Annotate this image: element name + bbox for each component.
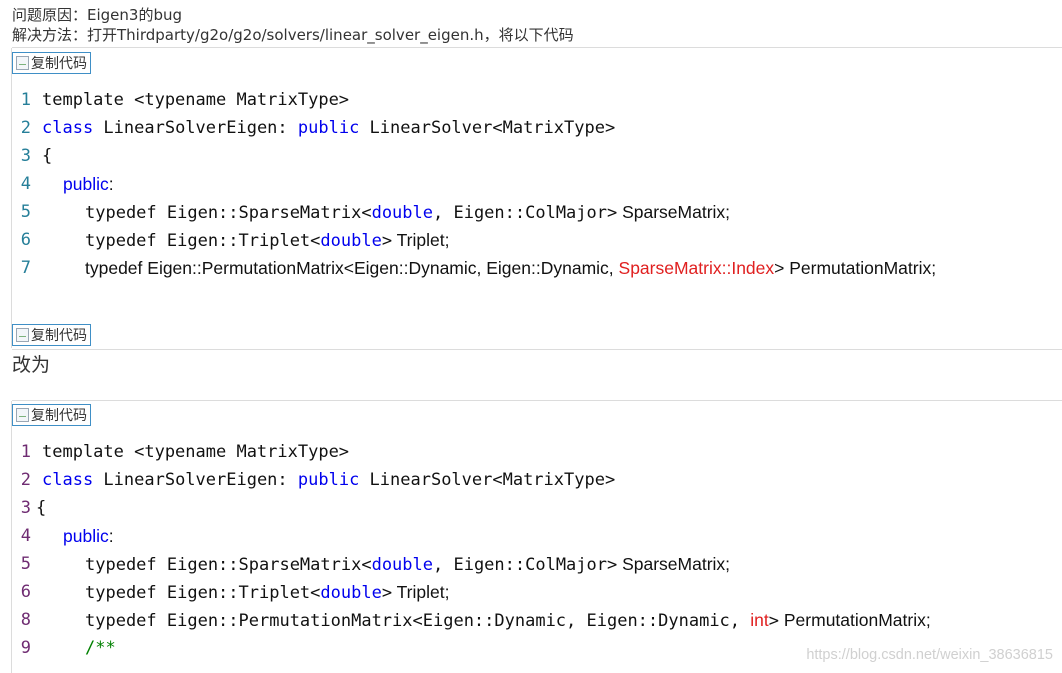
copy-code-button[interactable]: 复制代码 (12, 324, 91, 346)
code-token: typedef Eigen::Triplet< (85, 231, 321, 251)
code-token: > (768, 611, 780, 631)
code-token: : (108, 174, 114, 194)
line-number: 1 (20, 442, 31, 462)
line-number: 8 (20, 610, 31, 630)
line-number: 6 (20, 230, 31, 250)
line-number: 3 (20, 498, 31, 518)
code-token: LinearSolverEigen: (93, 470, 298, 490)
code-token: SparseMatrix; (617, 202, 731, 222)
code-token: { (36, 498, 47, 518)
line-number: 4 (20, 174, 31, 194)
code-token: public (297, 470, 360, 490)
code-text: { (42, 142, 52, 170)
code-token: SparseMatrix; (617, 554, 731, 574)
code-text: typedef Eigen::SparseMatrix<double, Eige… (85, 550, 730, 579)
code-token: double (371, 555, 433, 575)
code-token: LinearSolver<MatrixType> (359, 470, 616, 490)
line-number: 9 (20, 638, 31, 658)
line-number: 2 (20, 118, 31, 138)
code-token: typedef Eigen::SparseMatrix< (85, 555, 372, 575)
code-text: public: (63, 170, 114, 199)
code-text: /** (85, 634, 116, 662)
code-token: template <typename MatrixType> (42, 90, 350, 110)
line-number: 4 (20, 526, 31, 546)
copy-code-label: 复制代码 (31, 408, 87, 424)
code-token: public (63, 174, 109, 194)
code-token: PermutationMatrix; (779, 610, 931, 630)
code-token: typedef Eigen::SparseMatrix< (85, 203, 372, 223)
code-token: typedef Eigen::PermutationMatrix<Eigen::… (85, 258, 619, 278)
problem-cause-text: 问题原因：Eigen3的bug (12, 6, 182, 24)
code-text: typedef Eigen::Triplet<double> Triplet; (85, 578, 449, 607)
code-token: typedef Eigen::PermutationMatrix<Eigen::… (85, 611, 751, 631)
line-number: 2 (20, 470, 31, 490)
code-token: > (381, 583, 393, 603)
code-token: LinearSolverEigen: (93, 118, 298, 138)
broken-image-icon (16, 328, 29, 342)
copy-code-label: 复制代码 (31, 56, 87, 72)
code-token: LinearSolver<MatrixType> (359, 118, 616, 138)
code-token: public (297, 118, 360, 138)
line-number: 6 (20, 582, 31, 602)
line-number: 7 (20, 258, 31, 278)
code-text: typedef Eigen::Triplet<double> Triplet; (85, 226, 449, 255)
code-token: double (320, 583, 382, 603)
line-number: 5 (20, 202, 31, 222)
code-token: Triplet; (392, 582, 450, 602)
code-text: template <typename MatrixType> (42, 86, 349, 114)
divider (12, 400, 1062, 401)
code-text: class LinearSolverEigen: public LinearSo… (42, 114, 615, 142)
code-token: double (371, 203, 433, 223)
code-token: typedef Eigen::Triplet< (85, 583, 321, 603)
code-token: > (381, 231, 393, 251)
change-to-label: 改为 (12, 354, 51, 376)
code-token: class (42, 118, 94, 138)
copy-code-button[interactable]: 复制代码 (12, 52, 91, 74)
line-number: 1 (20, 90, 31, 110)
line-number: 3 (20, 146, 31, 166)
code-token: /** (85, 638, 116, 658)
code-text: { (36, 494, 46, 522)
code-token: { (42, 146, 53, 166)
broken-image-icon (16, 408, 29, 422)
code-token: template <typename MatrixType> (42, 442, 350, 462)
code-text: typedef Eigen::PermutationMatrix<Eigen::… (85, 254, 936, 283)
code-token: double (320, 231, 382, 251)
code-token: > PermutationMatrix; (774, 258, 937, 278)
solution-text: 解决方法：打开Thirdparty/g2o/g2o/solvers/linear… (12, 26, 574, 44)
divider (12, 47, 1062, 48)
copy-code-label: 复制代码 (31, 328, 87, 344)
broken-image-icon (16, 56, 29, 70)
code-token: public (63, 526, 109, 546)
divider (12, 349, 1062, 350)
code-text: template <typename MatrixType> (42, 438, 349, 466)
code-token: int (750, 610, 769, 630)
code-token: , Eigen::ColMajor> (433, 203, 618, 223)
code-token: class (42, 470, 94, 490)
code-text: typedef Eigen::PermutationMatrix<Eigen::… (85, 606, 931, 635)
line-number: 5 (20, 554, 31, 574)
watermark: https://blog.csdn.net/weixin_38636815 (806, 647, 1053, 663)
code-text: typedef Eigen::SparseMatrix<double, Eige… (85, 198, 730, 227)
code-text: class LinearSolverEigen: public LinearSo… (42, 466, 615, 494)
code-text: public: (63, 522, 114, 551)
code-token: SparseMatrix::Index (618, 258, 775, 278)
code-token: , Eigen::ColMajor> (433, 555, 618, 575)
copy-code-button[interactable]: 复制代码 (12, 404, 91, 426)
code-token: : (108, 526, 114, 546)
code-token: Triplet; (392, 230, 450, 250)
